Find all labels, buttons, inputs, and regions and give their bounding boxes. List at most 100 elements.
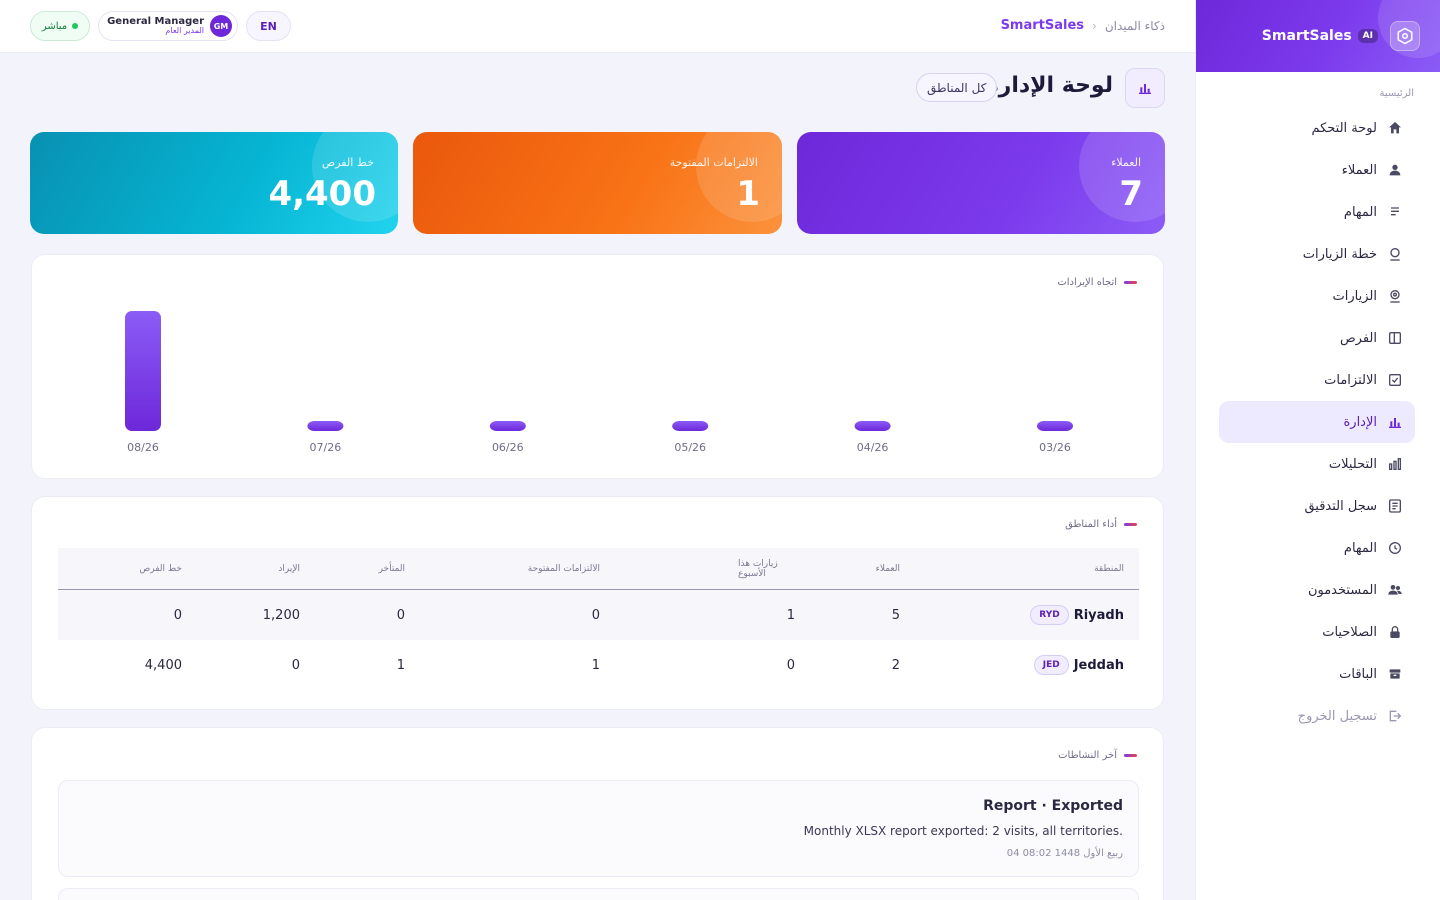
chart-bar-05-26[interactable] bbox=[672, 421, 709, 431]
sidebar-item-packages[interactable]: الباقات bbox=[1219, 653, 1415, 695]
chart-bar-07-26[interactable] bbox=[307, 421, 344, 431]
card-title: آخر النشاطات bbox=[1058, 750, 1137, 761]
sidebar-item-opportunities[interactable]: الفرص bbox=[1219, 317, 1415, 359]
column-header-pipeline[interactable]: خط الفرص bbox=[118, 548, 182, 589]
column-header-clients[interactable]: العملاء bbox=[858, 548, 900, 589]
sidebar-item-permissions[interactable]: الصلاحيات bbox=[1219, 611, 1415, 653]
check-square-icon bbox=[1387, 372, 1403, 388]
clients-cell: 2 bbox=[891, 657, 900, 673]
revenue-cell: 1,200 bbox=[262, 607, 300, 623]
sidebar-item-tasks[interactable]: المهام bbox=[1219, 191, 1415, 233]
sidebar-item-label: المستخدمون bbox=[1307, 582, 1377, 598]
sidebar-item-label: الصلاحيات bbox=[1322, 624, 1377, 640]
column-header-region[interactable]: المنطقة bbox=[1094, 548, 1124, 589]
kpi-value: 7 bbox=[1119, 174, 1143, 214]
activity-item[interactable]: Report · Exported Monthly XLSX report ex… bbox=[58, 780, 1139, 877]
sidebar-item-analytics[interactable]: التحليلات bbox=[1219, 443, 1415, 485]
pipeline-cell: 0 bbox=[173, 607, 182, 623]
chart-bar-03-26[interactable] bbox=[1037, 421, 1073, 431]
sidebar-item-management[interactable]: الإدارة bbox=[1219, 401, 1415, 443]
brand-name: SmartSales AI bbox=[1262, 28, 1378, 44]
chart-tick-label: 05/26 bbox=[674, 441, 706, 454]
chart-bar-08-26[interactable] bbox=[125, 311, 161, 431]
sidebar-item-logout[interactable]: تسجيل الخروج bbox=[1219, 695, 1415, 737]
package-icon bbox=[1387, 666, 1403, 682]
table-row[interactable]: Riyadh RYD 5 1 0 0 1,200 0 bbox=[58, 590, 1139, 640]
kpi-value: 1 bbox=[736, 174, 760, 214]
column-header-commitments[interactable]: الالتزامات المفتوحة bbox=[508, 548, 600, 589]
sidebar-item-tasks-2[interactable]: المهام bbox=[1219, 527, 1415, 569]
region-cell: Jeddah JED bbox=[1033, 640, 1124, 690]
title-marker-icon bbox=[1124, 754, 1137, 757]
sidebar-item-label: سجل التدقيق bbox=[1304, 498, 1377, 514]
revenue-chart: 08/26 07/26 06/26 05/26 04/26 03/26 bbox=[125, 311, 1073, 454]
chart-bar-06-26[interactable] bbox=[489, 421, 526, 431]
pipeline-cell: 4,400 bbox=[144, 657, 182, 673]
user-menu-button[interactable]: General Manager المدير العام GM bbox=[98, 11, 238, 41]
brand-header[interactable]: SmartSales AI bbox=[1196, 0, 1440, 72]
user-role-ar: المدير العام bbox=[165, 26, 204, 36]
column-header-revenue[interactable]: الإيراد bbox=[238, 548, 300, 589]
sidebar-item-commitments[interactable]: الالتزامات bbox=[1219, 359, 1415, 401]
page-bar-chart-icon bbox=[1125, 68, 1165, 108]
sidebar-item-label: الباقات bbox=[1339, 666, 1377, 682]
chart-tick-label: 04/26 bbox=[857, 441, 889, 454]
activity-title: Report · Exported bbox=[983, 798, 1123, 814]
nav-section-label: الرئيسية bbox=[1379, 88, 1414, 99]
sidebar-item-label: الفرص bbox=[1339, 330, 1377, 346]
brand-logo-icon bbox=[1390, 21, 1420, 51]
sidebar-item-visits[interactable]: الزيارات bbox=[1219, 275, 1415, 317]
sidebar-item-clients[interactable]: العملاء bbox=[1219, 149, 1415, 191]
sidebar-item-audit-log[interactable]: سجل التدقيق bbox=[1219, 485, 1415, 527]
sidebar-item-visit-plan[interactable]: خطة الزيارات bbox=[1219, 233, 1415, 275]
logout-icon bbox=[1387, 708, 1403, 724]
card-title-text: اتجاه الإيرادات bbox=[1057, 277, 1117, 288]
title-marker-icon bbox=[1124, 281, 1137, 284]
column-header-late[interactable]: المتأخر bbox=[358, 548, 405, 589]
kpi-card-commitments: الالتزامات المفتوحة 1 bbox=[413, 132, 782, 234]
language-toggle-button[interactable]: EN bbox=[246, 11, 291, 41]
sidebar-item-label: الزيارات bbox=[1332, 288, 1377, 304]
brand-title: SmartSales bbox=[1261, 28, 1352, 44]
recent-activity-card: آخر النشاطات Report · Exported Monthly X… bbox=[31, 727, 1164, 900]
lock-icon bbox=[1387, 624, 1403, 640]
table-header: المنطقة العملاء زيارات هذا الأسبوع الالت… bbox=[58, 548, 1139, 590]
region-name: Riyadh bbox=[1073, 607, 1124, 623]
card-title: اتجاه الإيرادات bbox=[1057, 277, 1137, 288]
sidebar-item-label: خطة الزيارات bbox=[1302, 246, 1377, 262]
column-header-visits[interactable]: زيارات هذا الأسبوع bbox=[738, 548, 795, 589]
region-code-badge: RYD bbox=[1030, 605, 1069, 625]
bar-chart-icon bbox=[1387, 414, 1403, 430]
users-icon bbox=[1387, 582, 1403, 598]
topbar: SmartSales › ذكاء الميدان مباشر General … bbox=[0, 0, 1195, 53]
kpi-value: 4,400 bbox=[268, 174, 376, 214]
chart-tick-label: 08/26 bbox=[127, 441, 159, 454]
sidebar-item-label: الالتزامات bbox=[1324, 372, 1377, 388]
title-marker-icon bbox=[1124, 523, 1137, 526]
activity-item[interactable] bbox=[58, 888, 1139, 900]
sidebar-item-users[interactable]: المستخدمون bbox=[1219, 569, 1415, 611]
visits-cell: 0 bbox=[786, 657, 795, 673]
page-title: لوحة الإدارة bbox=[985, 73, 1113, 98]
sidebar-item-dashboard[interactable]: لوحة التحكم bbox=[1219, 107, 1415, 149]
sidebar: SmartSales AI الرئيسية لوحة التحكم العمل… bbox=[1195, 0, 1440, 900]
sidebar-item-label: الإدارة bbox=[1343, 414, 1377, 430]
table-row[interactable]: Jeddah JED 2 0 1 1 0 4,400 bbox=[58, 640, 1139, 690]
chart-bar-04-26[interactable] bbox=[854, 421, 891, 431]
document-icon bbox=[1387, 498, 1403, 514]
breadcrumb: SmartSales › ذكاء الميدان bbox=[1001, 18, 1165, 33]
region-filter-button[interactable]: كل المناطق bbox=[916, 73, 998, 102]
home-icon bbox=[1387, 120, 1403, 136]
avatar: GM bbox=[210, 15, 232, 37]
sidebar-item-label: لوحة التحكم bbox=[1311, 120, 1377, 136]
activity-description: Monthly XLSX report exported: 2 visits, … bbox=[803, 824, 1123, 838]
kpi-card-clients: العملاء 7 bbox=[797, 132, 1165, 234]
live-dot-icon bbox=[72, 23, 79, 29]
commitments-cell: 0 bbox=[591, 607, 600, 623]
kpi-label: خط الفرص bbox=[321, 156, 374, 169]
visit-pin-icon bbox=[1387, 288, 1403, 304]
late-cell: 1 bbox=[396, 657, 405, 673]
breadcrumb-app[interactable]: SmartSales bbox=[1001, 18, 1084, 33]
sidebar-item-label: تسجيل الخروج bbox=[1297, 708, 1377, 724]
region-name: Jeddah bbox=[1073, 657, 1124, 673]
